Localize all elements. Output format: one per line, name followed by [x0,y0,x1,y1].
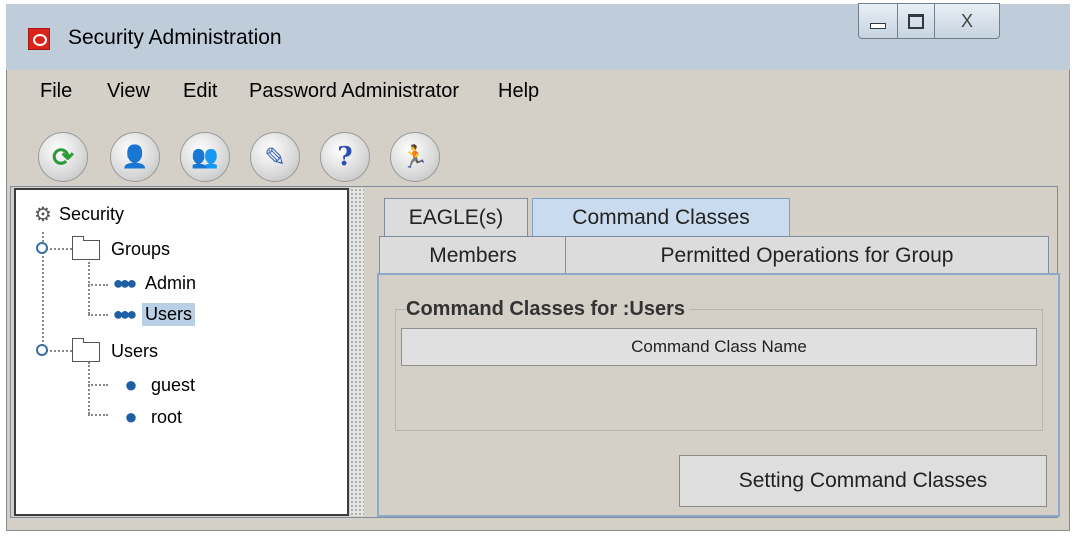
tab-command-classes[interactable]: Command Classes [532,198,790,238]
folder-icon [72,337,100,362]
folder-icon [72,235,100,260]
tree-node-label: Security [58,204,124,224]
menu-view[interactable]: View [107,80,150,103]
edit-user-button[interactable]: ✎ [250,132,300,182]
tree-node-label: root [151,406,183,427]
collapse-users-icon[interactable] [36,344,48,356]
help-button[interactable]: ? [320,132,370,182]
tab-members[interactable]: Members [379,236,567,276]
toolbar: ⟳ 👤 👥 ✎ ? 🏃 [6,122,1070,192]
tree-node-group-admin[interactable]: ●●● Admin [108,272,199,295]
collapse-groups-icon[interactable] [36,242,48,254]
tree-line [88,384,108,386]
tab-permitted-operations[interactable]: Permitted Operations for Group [565,236,1049,276]
menu-help[interactable]: Help [498,80,539,103]
tree-node-security[interactable]: ⚙ Security [34,202,127,227]
refresh-icon: ⟳ [52,142,74,172]
oracle-app-icon [28,28,50,50]
tree-node-label: Users [142,303,196,326]
exit-button[interactable]: 🏃 [390,132,440,182]
menu-file[interactable]: File [40,80,72,103]
add-user-button[interactable]: 👤 [110,132,160,182]
menu-password-administrator[interactable]: Password Administrator [249,80,459,103]
setting-command-classes-button[interactable]: Setting Command Classes [679,455,1047,507]
group-icon: ●●● [112,304,138,324]
tree-line [88,284,108,286]
column-header-command-class-name[interactable]: Command Class Name [401,328,1037,366]
tree-node-label: guest [151,374,196,395]
tree-line [88,262,90,314]
security-tree[interactable] [14,188,349,516]
tree-node-label: Admin [145,273,197,293]
tree-node-user-guest[interactable]: ● guest [120,372,198,398]
help-icon: ? [337,142,353,172]
title-bar: Security Administration X [6,3,1070,70]
security-keys-icon: ⚙ [34,204,52,226]
groupbox-title: Command Classes for :Users [406,298,689,321]
maximize-button[interactable] [897,3,935,39]
menu-bar: File View Edit Password Administrator He… [6,70,1070,114]
tree-node-user-root[interactable]: ● root [120,404,185,430]
user-icon: ● [124,372,138,397]
tree-node-group-users[interactable]: ●●● Users [108,303,196,326]
exit-icon: 🏃 [401,144,429,169]
refresh-button[interactable]: ⟳ [38,132,88,182]
close-icon: X [960,10,973,31]
maximize-icon [908,13,924,29]
tree-node-groups[interactable]: Groups [72,235,173,261]
close-button[interactable]: X [934,3,1000,39]
minimize-icon [870,23,886,29]
tree-line [88,414,108,416]
window-title: Security Administration [68,26,282,49]
tree-node-users[interactable]: Users [72,337,161,363]
menu-edit[interactable]: Edit [183,80,217,103]
tree-line [88,362,90,414]
split-pane-divider[interactable] [350,188,364,516]
tree-node-label: Users [111,341,159,361]
group-icon: ●●● [112,273,138,293]
user-icon: ● [124,404,138,429]
tree-node-label: Groups [111,239,171,259]
add-group-button[interactable]: 👥 [180,132,230,182]
edit-user-icon: ✎ [264,142,286,172]
add-user-icon: 👤 [121,144,149,169]
minimize-button[interactable] [858,3,898,39]
tree-line [88,314,108,316]
add-group-icon: 👥 [191,144,219,169]
tab-eagles[interactable]: EAGLE(s) [384,198,528,238]
